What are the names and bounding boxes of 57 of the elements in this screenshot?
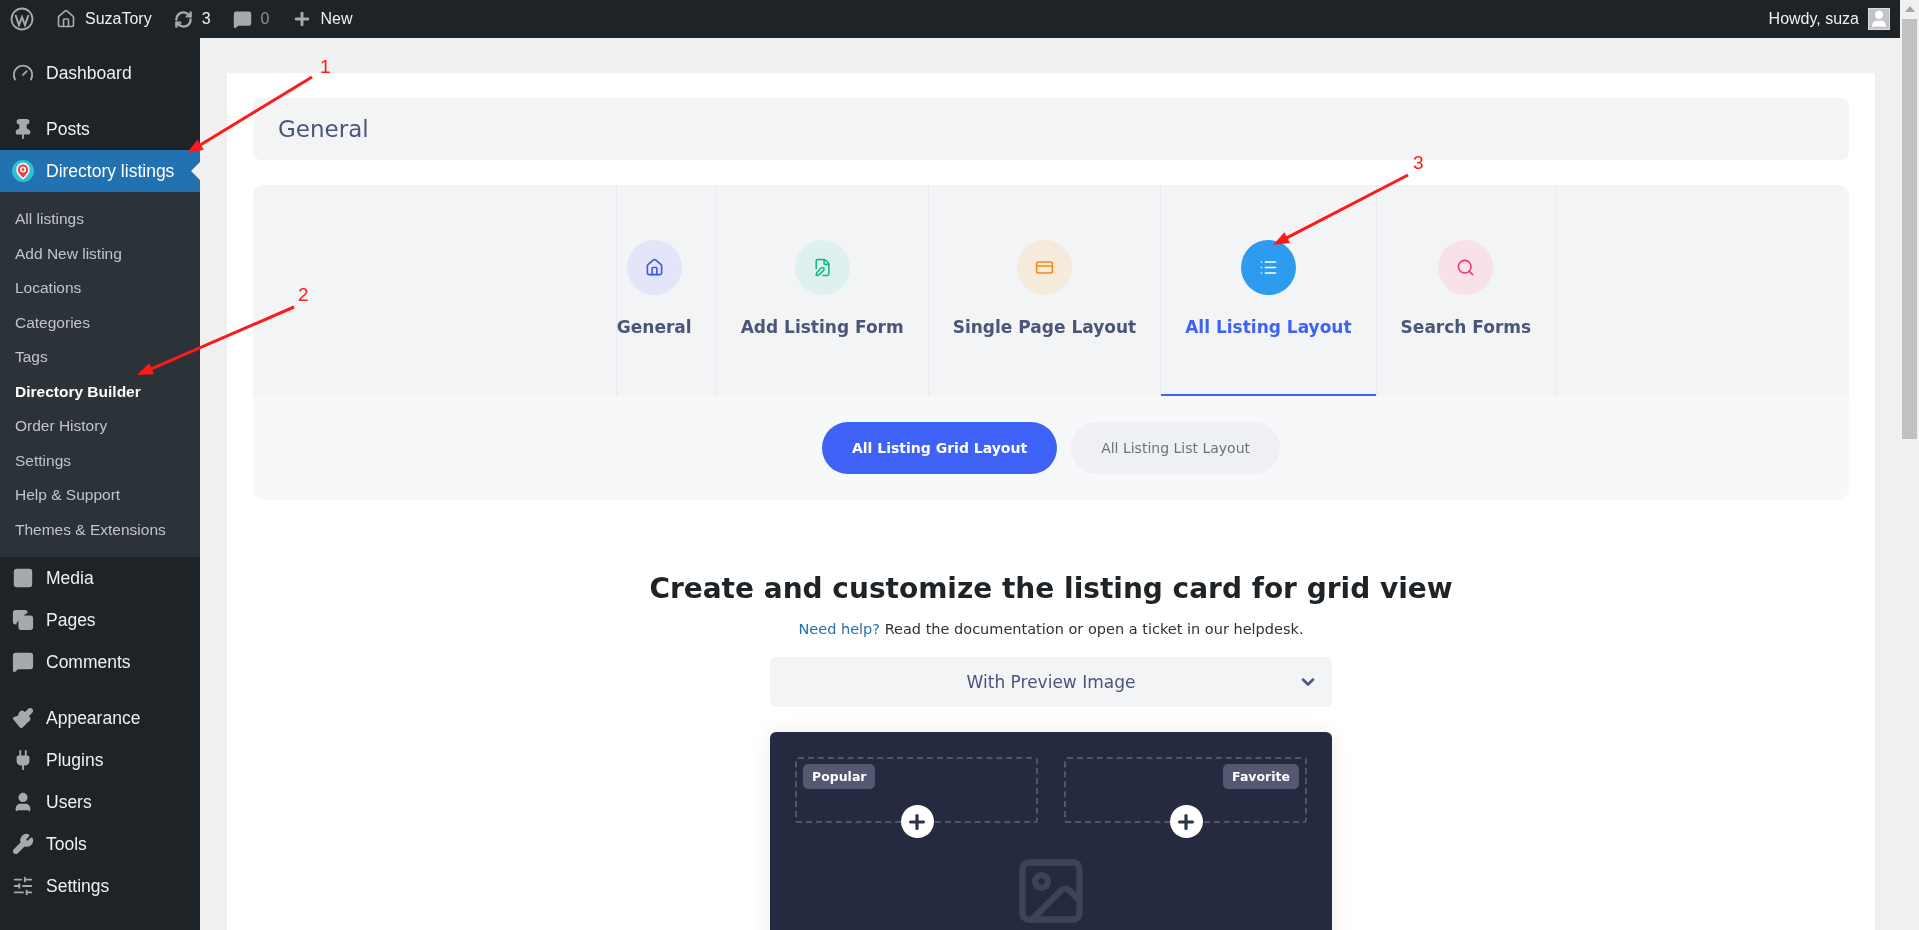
map-pin-icon [12, 160, 34, 182]
submenu-item[interactable]: Directory Builder [0, 374, 200, 409]
submenu-item[interactable]: Categories [0, 305, 200, 340]
updates-link[interactable]: 3 [173, 9, 211, 29]
menu-icon [12, 609, 34, 631]
menu-item[interactable]: Comments [0, 641, 200, 683]
layout-tab[interactable]: All Listing List Layout [1071, 422, 1281, 474]
menu-item[interactable]: Plugins [0, 739, 200, 781]
menu-item[interactable]: Pages [0, 599, 200, 641]
slot-badge[interactable]: Popular [803, 764, 876, 789]
menu-item[interactable]: Users [0, 781, 200, 823]
comments-link[interactable]: 0 [232, 9, 270, 29]
menu-icon [12, 567, 34, 589]
add-widget-button[interactable] [900, 805, 934, 838]
menu-item[interactable]: Dashboard [0, 52, 200, 94]
submenu-item[interactable]: Add New listing [0, 236, 200, 271]
submenu-item[interactable]: Settings [0, 443, 200, 478]
builder-tab[interactable]: General [615, 185, 717, 396]
page-heading: Create and customize the listing card for grid view [649, 572, 1453, 605]
builder-tab[interactable]: Search Forms [1376, 185, 1557, 396]
menu-icon [12, 651, 34, 673]
menu-item[interactable]: Media [0, 557, 200, 599]
avatar-icon [1868, 8, 1890, 30]
annotation-number: 2 [298, 284, 309, 306]
help-link[interactable]: Need help? [798, 621, 880, 637]
annotation-number: 1 [320, 56, 331, 78]
menu-item[interactable]: Directory listings [0, 150, 200, 192]
home-icon [56, 9, 76, 29]
tab-icon [1240, 240, 1296, 295]
builder-tab[interactable]: All Listing Layout [1161, 185, 1377, 396]
account-link[interactable]: Howdy, suza [1768, 8, 1890, 30]
new-link[interactable]: New [291, 9, 353, 29]
submenu-item[interactable]: Locations [0, 271, 200, 306]
wordpress-logo-icon[interactable] [10, 7, 34, 31]
scrollbar-thumb[interactable] [1902, 19, 1917, 439]
menu-item[interactable]: Settings [0, 865, 200, 907]
submenu-item[interactable]: Order History [0, 409, 200, 444]
refresh-icon [173, 9, 193, 29]
submenu-item[interactable]: Help & Support [0, 478, 200, 513]
menu-icon [12, 875, 34, 897]
menu-item[interactable]: Tools [0, 823, 200, 865]
help-text: Need help? Read the documentation or open a ticket in our helpdesk. [798, 621, 1304, 637]
menu-icon [12, 833, 34, 855]
layout-tab[interactable]: All Listing Grid Layout [821, 422, 1058, 474]
site-link[interactable]: SuzaTory [56, 9, 152, 29]
submenu-item[interactable]: Tags [0, 340, 200, 375]
builder-tab[interactable]: Single Page Layout [928, 185, 1162, 396]
builder-tab[interactable]: Add Listing Form [716, 185, 929, 396]
menu-item[interactable]: Appearance [0, 697, 200, 739]
menu-icon [12, 707, 34, 729]
card-type-select[interactable]: With Preview Image [770, 657, 1332, 707]
submenu-item[interactable]: Themes & Extensions [0, 512, 200, 547]
comment-icon [232, 9, 252, 29]
submenu-item[interactable]: All listings [0, 202, 200, 237]
slot-badge[interactable]: Favorite [1223, 764, 1299, 789]
menu-item[interactable]: Posts [0, 108, 200, 150]
add-widget-button[interactable] [1169, 805, 1203, 838]
